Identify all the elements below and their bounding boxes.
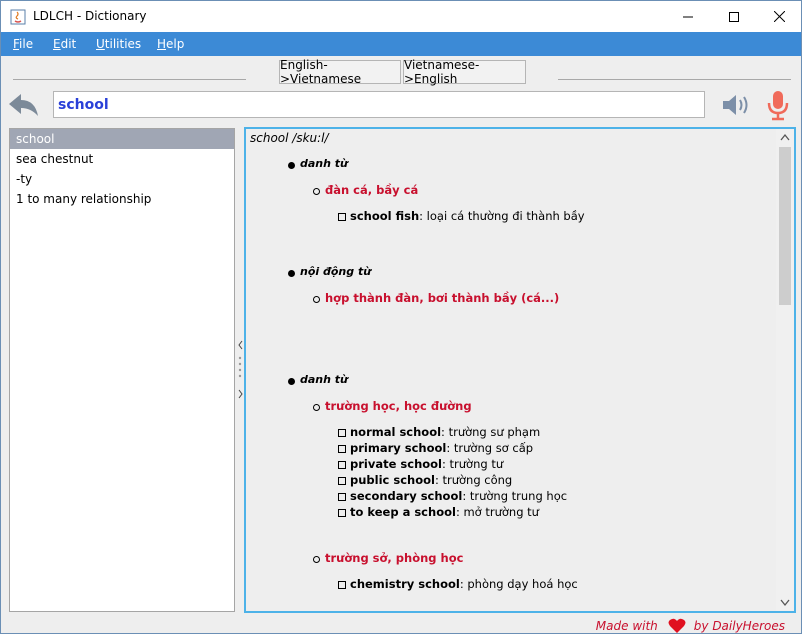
example-term: secondary school — [350, 489, 463, 503]
menu-edit[interactable]: Edit — [53, 37, 76, 51]
example: private school: trường tư — [350, 457, 503, 471]
example-term: private school — [350, 457, 442, 471]
menu-utilities[interactable]: Utilities — [96, 37, 141, 51]
example-term: public school — [350, 473, 435, 487]
vietnamese-to-english-button[interactable]: Vietnamese->English — [403, 58, 526, 86]
credits-footer: Made with by DailyHeroes — [595, 618, 785, 633]
menu-bar: File Edit Utilities Help — [1, 32, 801, 56]
bullet-icon — [288, 378, 295, 385]
example-term: school fish — [350, 209, 420, 223]
example: to keep a school: mở trường tư — [350, 505, 539, 519]
heart-icon — [668, 618, 686, 633]
search-box[interactable] — [53, 91, 705, 118]
example-term: normal school — [350, 425, 442, 439]
maximize-icon — [729, 11, 739, 22]
example: secondary school: trường trung học — [350, 489, 567, 503]
example-definition: : loại cá thường đi thành bầy — [419, 209, 585, 223]
example: public school: trường công — [350, 473, 512, 487]
example-definition: : phòng dạy hoá học — [459, 577, 578, 591]
english-to-vietnamese-button[interactable]: English->Vietnamese — [279, 58, 401, 86]
example-definition: : trường công — [434, 473, 513, 487]
back-arrow-icon — [9, 94, 38, 116]
word-list[interactable]: school sea chestnut -ty 1 to many relati… — [9, 128, 235, 612]
divider-left — [13, 79, 246, 80]
app-window: LDLCH - Dictionary File Edit Utilities H… — [0, 0, 802, 634]
example-definition: : trường trung học — [462, 489, 568, 503]
bullet-icon — [288, 270, 295, 277]
meaning: trường học, học đường — [325, 399, 472, 413]
example-definition: : mở trường tư — [455, 505, 539, 519]
close-icon — [773, 11, 785, 22]
title-bar: LDLCH - Dictionary — [1, 1, 801, 32]
microphone-icon — [767, 91, 789, 121]
voice-input-button[interactable] — [765, 89, 791, 121]
maximize-button[interactable] — [711, 1, 757, 32]
meaning: đàn cá, bầy cá — [325, 183, 419, 197]
definition-content: school /sku:l/ danh từ đàn cá, bầy cá sc… — [246, 129, 776, 611]
word-list-item[interactable]: 1 to many relationship — [10, 189, 234, 209]
square-bullet-icon — [338, 461, 346, 469]
square-bullet-icon — [338, 509, 346, 517]
circle-bullet-icon — [313, 188, 320, 195]
scroll-down-icon[interactable] — [780, 599, 790, 607]
example: normal school: trường sư phạm — [350, 425, 540, 439]
made-with-text: Made with — [595, 619, 658, 633]
author-text: by DailyHeroes — [693, 619, 785, 633]
square-bullet-icon — [338, 213, 346, 221]
circle-bullet-icon — [313, 556, 320, 563]
example-definition: : trường sư phạm — [441, 425, 541, 439]
meaning: hợp thành đàn, bơi thành bầy (cá...) — [325, 291, 560, 305]
definition-panel[interactable]: school /sku:l/ danh từ đàn cá, bầy cá sc… — [244, 127, 796, 613]
divider-right — [558, 79, 791, 80]
part-of-speech: danh từ — [300, 157, 348, 170]
square-bullet-icon — [338, 581, 346, 589]
word-list-item-school[interactable]: school — [10, 129, 234, 149]
window-title: LDLCH - Dictionary — [33, 9, 147, 23]
word-list-item[interactable]: sea chestnut — [10, 149, 234, 169]
square-bullet-icon — [338, 445, 346, 453]
bullet-icon — [288, 162, 295, 169]
scroll-up-icon[interactable] — [780, 133, 790, 141]
part-of-speech: danh từ — [300, 373, 348, 386]
square-bullet-icon — [338, 477, 346, 485]
square-bullet-icon — [338, 429, 346, 437]
search-input[interactable] — [54, 92, 704, 117]
minimize-button[interactable] — [665, 1, 711, 32]
pronounce-button[interactable] — [719, 91, 753, 119]
example-definition: : trường tư — [442, 457, 504, 471]
headword-phonetic: school /sku:l/ — [250, 131, 329, 145]
meaning: trường sở, phòng học — [325, 551, 464, 565]
word-list-item[interactable]: -ty — [10, 169, 234, 189]
scrollbar-thumb[interactable] — [779, 147, 791, 305]
square-bullet-icon — [338, 493, 346, 501]
example: chemistry school: phòng dạy hoá học — [350, 577, 578, 591]
minimize-icon — [683, 16, 693, 17]
circle-bullet-icon — [313, 404, 320, 411]
menu-file[interactable]: File — [13, 37, 33, 51]
example-term: primary school — [350, 441, 447, 455]
close-button[interactable] — [756, 1, 801, 32]
speaker-icon — [723, 95, 748, 115]
example-definition: : trường sơ cấp — [446, 441, 534, 455]
java-app-icon — [10, 9, 26, 25]
vertical-scrollbar[interactable] — [776, 129, 794, 611]
part-of-speech: nội động từ — [300, 265, 372, 278]
circle-bullet-icon — [313, 296, 320, 303]
menu-help[interactable]: Help — [157, 37, 184, 51]
example: primary school: trường sơ cấp — [350, 441, 533, 455]
back-button[interactable] — [7, 91, 41, 119]
example-term: to keep a school — [350, 505, 456, 519]
example: school fish: loại cá thường đi thành bầy — [350, 209, 585, 223]
example-term: chemistry school — [350, 577, 460, 591]
